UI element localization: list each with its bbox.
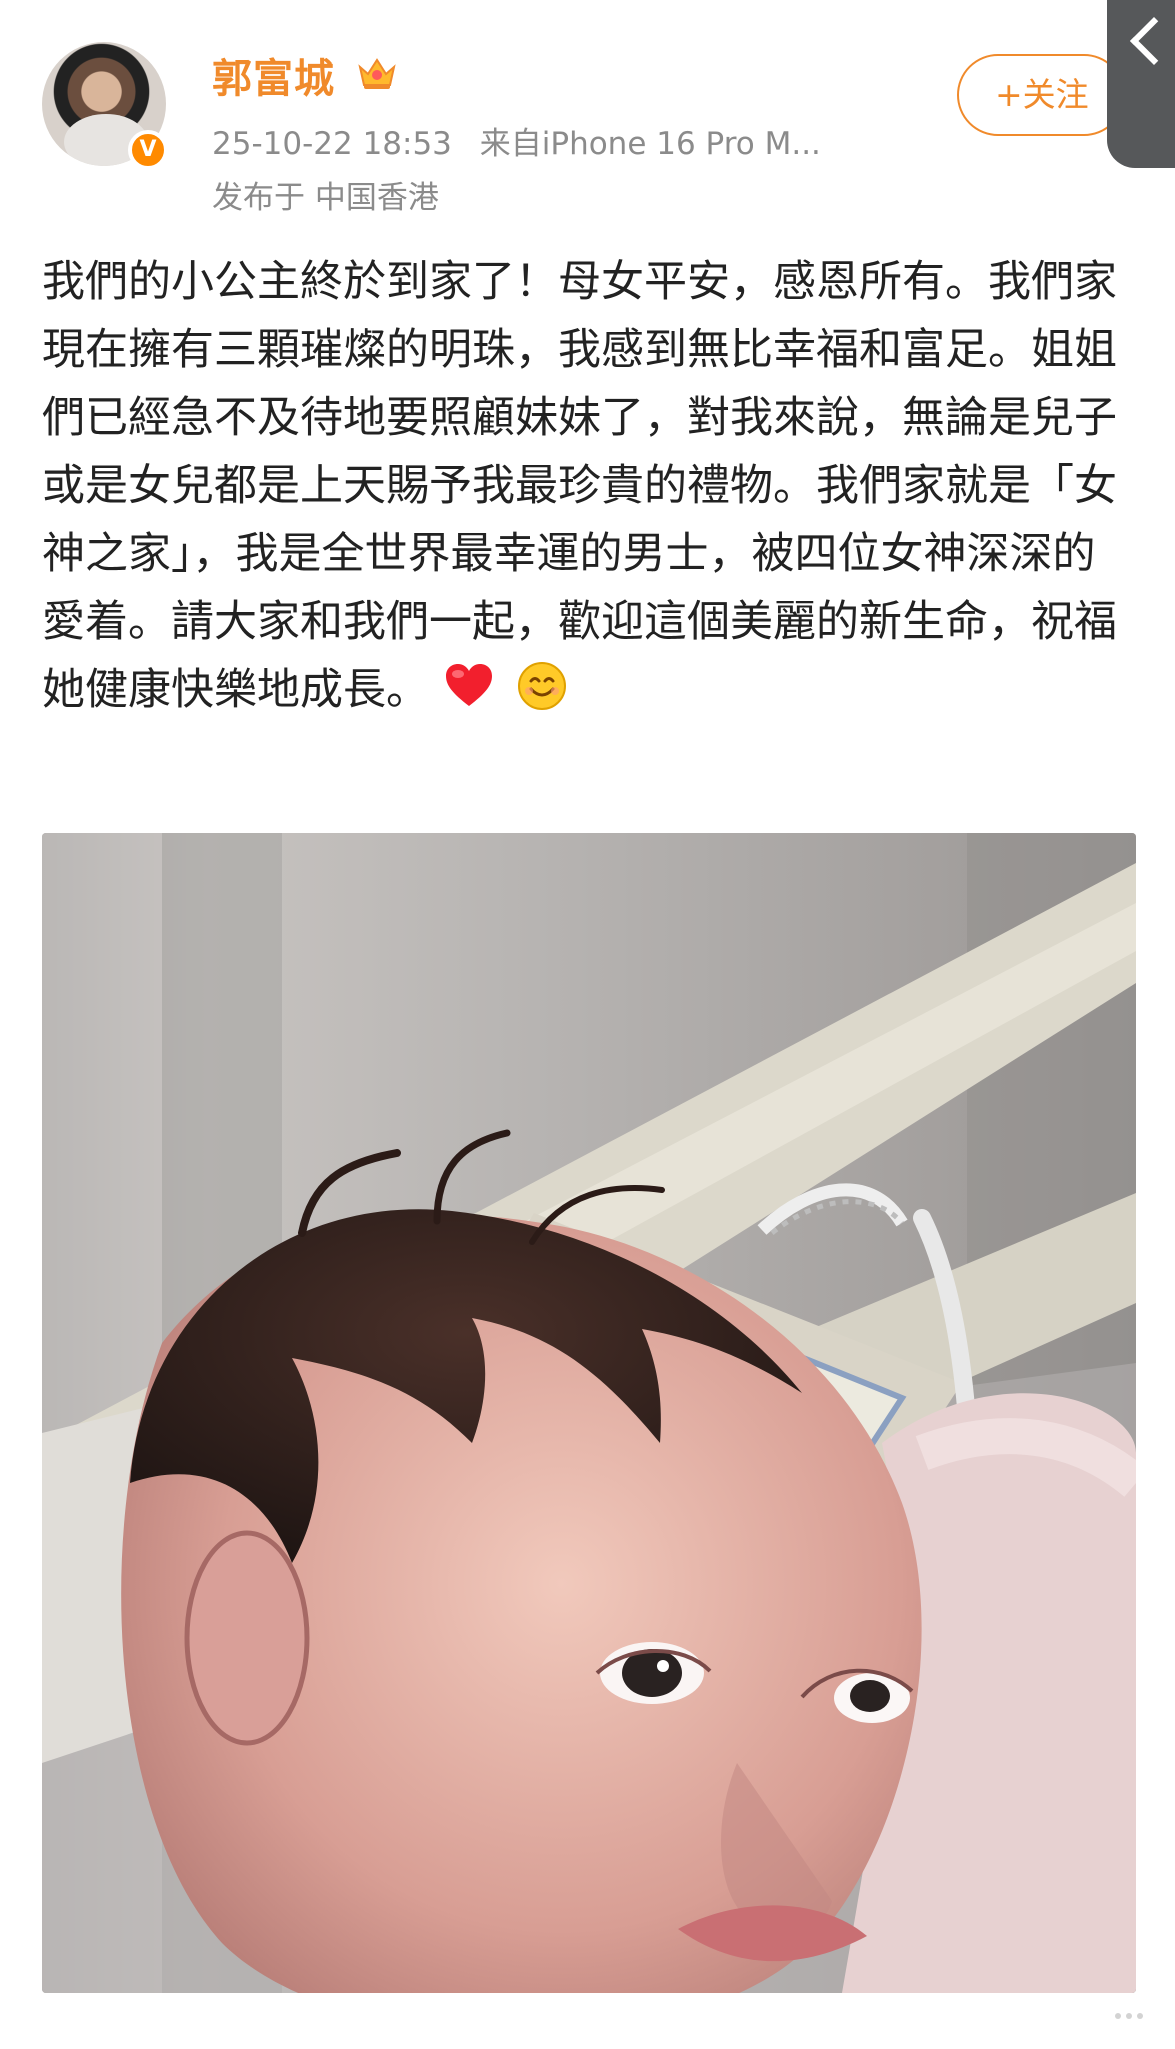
verified-badge-icon: V bbox=[128, 130, 168, 170]
heart-emoji-icon bbox=[445, 664, 492, 706]
follow-button[interactable]: +关注 bbox=[957, 54, 1125, 136]
post-timestamp: 25-10-22 18:53 bbox=[212, 126, 452, 162]
newborn-baby-photo[interactable] bbox=[42, 833, 1136, 1993]
photo-indicator-dots bbox=[1115, 2004, 1159, 2024]
back-chevron-icon[interactable] bbox=[1107, 0, 1175, 168]
post-text: 我們的小公主終於到家了！母女平安，感恩所有。我們家現在擁有三顆璀燦的明珠，我感到… bbox=[42, 257, 1117, 715]
photo-illustration bbox=[42, 833, 1136, 1993]
post-location: 发布于 中国香港 bbox=[212, 180, 439, 216]
user-name[interactable]: 郭富城 bbox=[212, 46, 335, 104]
post-header: V 郭富城 25-10-22 18:53 来自iPhone 16 Pro M..… bbox=[0, 0, 1175, 216]
post-source: 来自iPhone 16 Pro M... bbox=[479, 126, 821, 162]
crown-icon bbox=[358, 58, 396, 89]
smile-emoji-icon bbox=[518, 662, 567, 710]
post-body: 我們的小公主終於到家了！母女平安，感恩所有。我們家現在擁有三顆璀燦的明珠，我感到… bbox=[42, 248, 1132, 724]
post-meta: 25-10-22 18:53 来自iPhone 16 Pro M... bbox=[212, 118, 821, 163]
